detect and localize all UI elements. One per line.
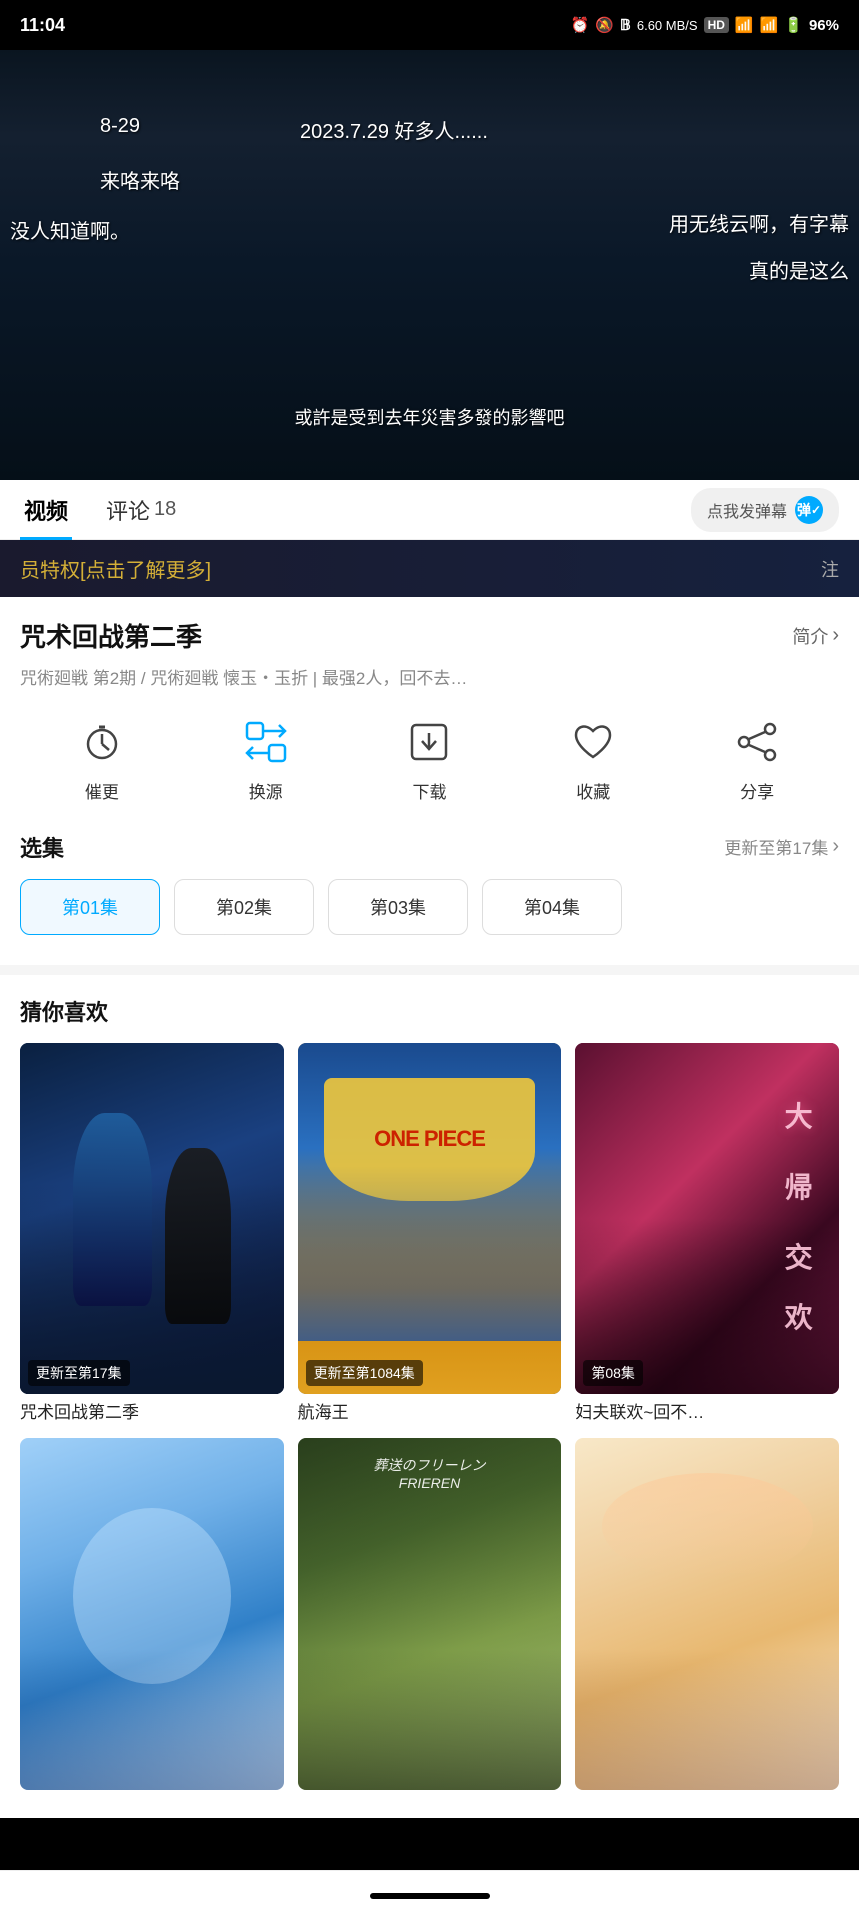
episode-button-01[interactable]: 第01集 <box>20 879 160 935</box>
series-title: 咒术回战第二季 <box>20 617 202 654</box>
home-indicator <box>370 1893 490 1899</box>
rec-thumb-4 <box>20 1438 284 1790</box>
share-label: 分享 <box>740 778 774 803</box>
recommendations-section: 猜你喜欢 更新至第17集 咒术回战第二季 <box>20 975 839 1798</box>
episode-more-link[interactable]: 更新至第17集 › <box>724 834 839 859</box>
danmaku-item: 用无线云啊，有字幕 <box>669 208 849 237</box>
share-icon <box>729 714 785 770</box>
action-buttons: 催更 换源 <box>20 714 839 803</box>
danmaku-btn-label: 点我发弹幕 <box>707 498 787 522</box>
danmaku-item: 2023.7.29 好多人...... <box>300 115 488 144</box>
tabs-row: 视频 评论 18 点我发弹幕 弹 ✓ <box>0 480 859 540</box>
chevron-right-icon: › <box>832 624 839 647</box>
source-label: 换源 <box>249 778 283 803</box>
member-text: 员特权[点击了解更多] <box>20 554 211 583</box>
rec-section-title: 猜你喜欢 <box>20 995 839 1027</box>
share-button[interactable]: 分享 <box>729 714 785 803</box>
source-button[interactable]: 换源 <box>238 714 294 803</box>
danmaku-item: 没人知道啊。 <box>10 215 130 244</box>
clock-icon <box>74 714 130 770</box>
hd-badge: HD <box>704 17 729 33</box>
rec-item-onepiece[interactable]: ONE PIECE 更新至第1084集 航海王 <box>298 1043 562 1425</box>
status-bar: 11:04 ⏰ 🔕 𝔹 6.60 MB/S HD 📶 📶 🔋 96% <box>0 0 859 50</box>
rec-thumb-special: 大 帰 交 欢 第08集 <box>575 1043 839 1395</box>
status-time: 11:04 <box>20 15 65 36</box>
rec-item-frieren[interactable]: 葬送のフリーレンFRIEREN <box>298 1438 562 1798</box>
video-player[interactable]: 8-29 2023.7.29 好多人...... 来咯来咯 没人知道啊。 用无线… <box>0 50 859 480</box>
rec-grid: 更新至第17集 咒术回战第二季 ONE PIECE 更新至第1084集 航海王 <box>20 1043 839 1798</box>
signal-icon: 📶 <box>760 16 779 34</box>
episode-button-02[interactable]: 第02集 <box>174 879 314 935</box>
episode-section-header: 选集 更新至第17集 › <box>20 831 839 863</box>
member-banner[interactable]: 员特权[点击了解更多] 注 <box>0 540 859 597</box>
rec-name: 航海王 <box>298 1403 349 1422</box>
series-header: 咒术回战第二季 简介 › <box>20 617 839 654</box>
status-icons: ⏰ 🔕 𝔹 6.60 MB/S HD 📶 📶 🔋 96% <box>571 16 839 34</box>
network-speed: 6.60 MB/S <box>637 18 698 33</box>
intro-link[interactable]: 简介 › <box>792 623 839 649</box>
rec-thumb-onepiece: ONE PIECE 更新至第1084集 <box>298 1043 562 1395</box>
swap-icon <box>238 714 294 770</box>
check-icon: ✓ <box>811 503 821 517</box>
rec-item-special[interactable]: 大 帰 交 欢 第08集 妇夫联欢~回不… <box>575 1043 839 1425</box>
tab-comment[interactable]: 评论 18 <box>102 480 180 540</box>
rec-item-4[interactable] <box>20 1438 284 1798</box>
bluetooth-icon: 𝔹 <box>620 16 631 34</box>
chevron-right-icon: › <box>832 835 839 858</box>
episode-section-title: 选集 <box>20 831 64 863</box>
rec-thumb-jujutsu: 更新至第17集 <box>20 1043 284 1395</box>
section-divider <box>0 965 859 975</box>
rec-badge: 更新至第17集 <box>28 1360 130 1386</box>
rec-thumb-6 <box>575 1438 839 1790</box>
series-tags: 咒術廻戦 第2期 / 咒術廻戦 懐玉・玉折 | 最强2人，回不去… <box>20 666 839 692</box>
video-subtitle: 或許是受到去年災害多發的影響吧 <box>0 404 859 430</box>
heart-icon <box>565 714 621 770</box>
battery-level: 96% <box>809 17 839 34</box>
content-area: 咒术回战第二季 简介 › 咒術廻戦 第2期 / 咒術廻戦 懐玉・玉折 | 最强2… <box>0 597 859 1818</box>
danmaku-badge: 弹 ✓ <box>795 496 823 524</box>
wifi-icon: 📶 <box>735 16 754 34</box>
tab-video[interactable]: 视频 <box>20 480 72 540</box>
rec-item-6[interactable] <box>575 1438 839 1798</box>
danmaku-item: 真的是这么 <box>749 255 849 284</box>
download-icon <box>401 714 457 770</box>
alarm-icon: ⏰ <box>571 16 590 34</box>
favorite-label: 收藏 <box>576 778 610 803</box>
rec-item-jujutsu[interactable]: 更新至第17集 咒术回战第二季 <box>20 1043 284 1425</box>
remind-label: 催更 <box>85 778 119 803</box>
rec-name: 咒术回战第二季 <box>20 1403 139 1422</box>
battery-icon: 🔋 <box>784 16 803 34</box>
danmaku-button[interactable]: 点我发弹幕 弹 ✓ <box>691 488 839 532</box>
danmaku-item: 来咯来咯 <box>100 165 180 194</box>
rec-thumb-frieren: 葬送のフリーレンFRIEREN <box>298 1438 562 1790</box>
rec-badge: 第08集 <box>583 1360 643 1386</box>
member-right: 注 <box>821 556 839 582</box>
remind-button[interactable]: 催更 <box>74 714 130 803</box>
episode-button-04[interactable]: 第04集 <box>482 879 622 935</box>
favorite-button[interactable]: 收藏 <box>565 714 621 803</box>
mute-icon: 🔕 <box>595 16 614 34</box>
danmaku-item: 8-29 <box>100 115 140 138</box>
episode-button-03[interactable]: 第03集 <box>328 879 468 935</box>
download-button[interactable]: 下载 <box>401 714 457 803</box>
rec-name: 妇夫联欢~回不… <box>575 1403 704 1422</box>
episode-list: 第01集 第02集 第03集 第04集 <box>20 879 839 935</box>
rec-badge: 更新至第1084集 <box>306 1360 423 1386</box>
bottom-bar <box>0 1870 859 1920</box>
download-label: 下载 <box>412 778 446 803</box>
